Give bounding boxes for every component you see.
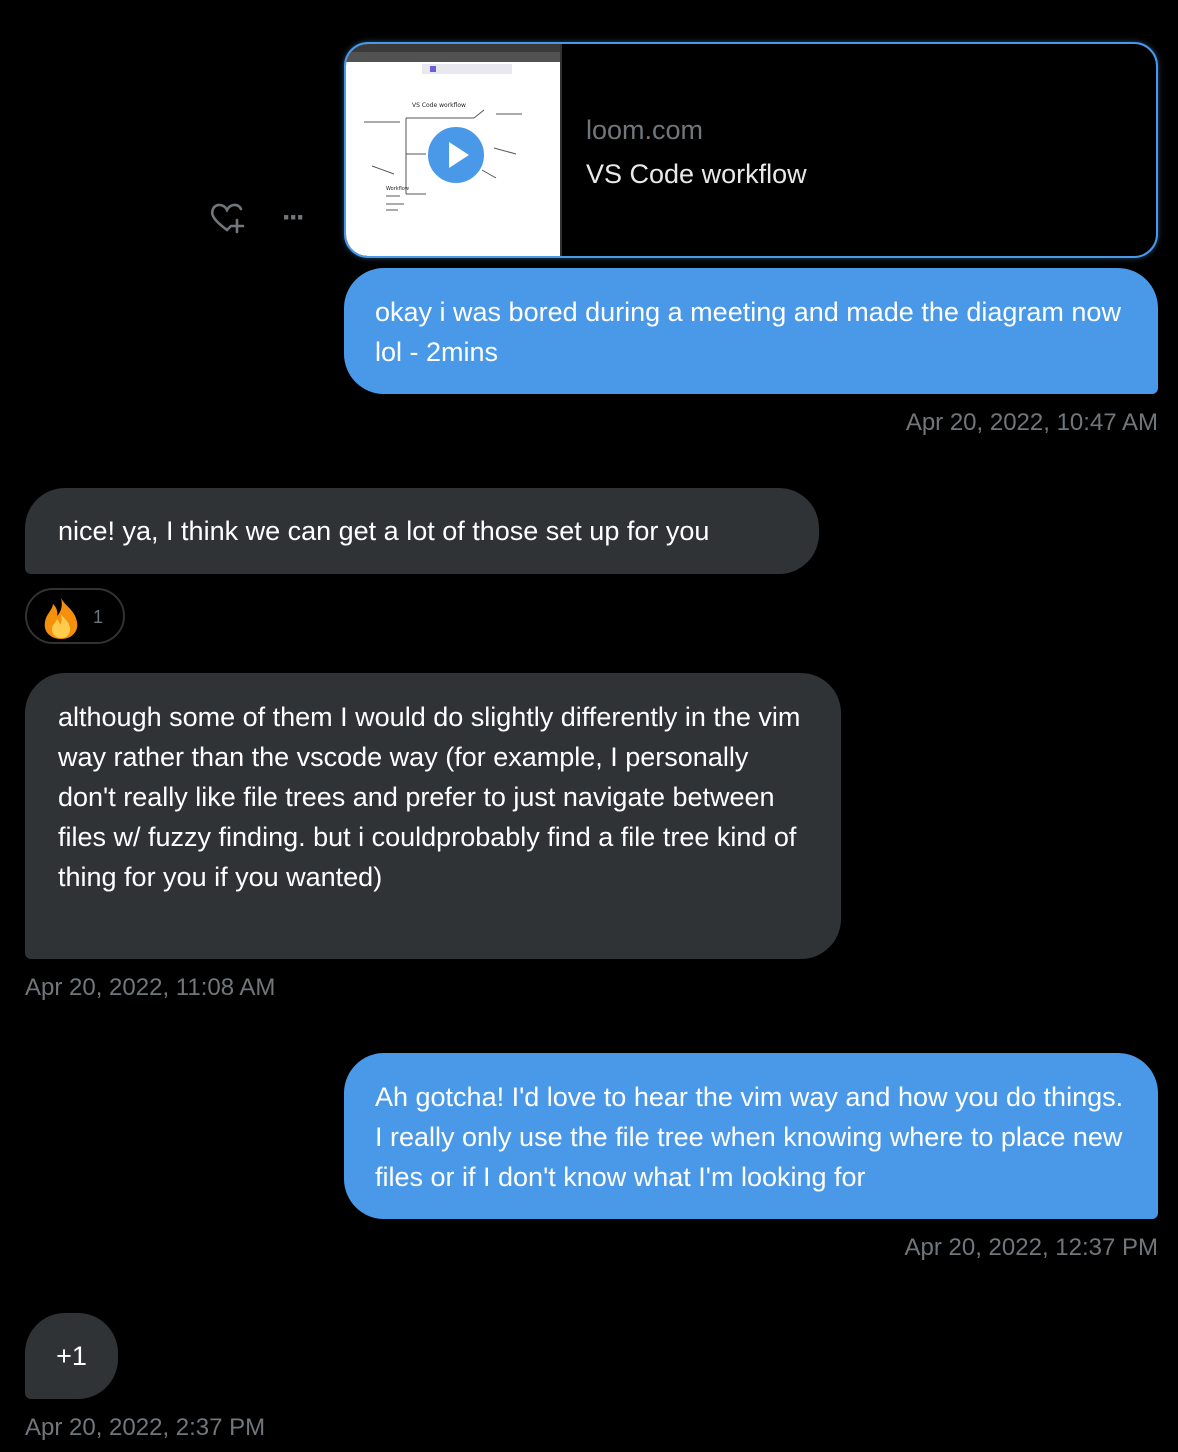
message-timestamp: Apr 20, 2022, 11:08 AM [25, 974, 276, 1001]
message-timestamp: Apr 20, 2022, 10:47 AM [905, 409, 1158, 436]
message-bubble-received[interactable]: +1 [25, 1313, 118, 1399]
message-text: although some of them I would do slightl… [58, 702, 801, 892]
message-text: nice! ya, I think we can get a lot of th… [58, 516, 710, 546]
message-timestamp: Apr 20, 2022, 12:37 PM [904, 1234, 1159, 1261]
heart-plus-icon [210, 203, 245, 234]
react-button[interactable] [207, 200, 247, 236]
video-thumbnail[interactable]: VS Code workflow Workflow [346, 44, 562, 256]
more-horizontal-icon: ··· [282, 201, 306, 234]
message-text: Ah gotcha! I'd love to hear the vim way … [375, 1082, 1124, 1192]
fire-icon [44, 598, 78, 639]
more-options-button[interactable]: ··· [280, 200, 318, 236]
play-icon[interactable] [426, 125, 486, 185]
message-bubble-received[interactable]: nice! ya, I think we can get a lot of th… [25, 488, 819, 574]
svg-text:VS Code workflow: VS Code workflow [412, 102, 466, 109]
link-title: VS Code workflow [586, 159, 807, 189]
link-preview-card[interactable]: VS Code workflow Workflow loom.com VS Co… [344, 42, 1158, 258]
reaction-badge[interactable]: 1 [25, 588, 125, 644]
message-bubble-sent[interactable]: Ah gotcha! I'd love to hear the vim way … [344, 1053, 1158, 1219]
message-timestamp: Apr 20, 2022, 2:37 PM [25, 1414, 266, 1441]
reaction-count: 1 [93, 607, 104, 627]
message-bubble-received[interactable]: although some of them I would do slightl… [25, 673, 841, 959]
link-domain: loom.com [586, 115, 704, 145]
message-text: okay i was bored during a meeting and ma… [375, 297, 1121, 367]
message-bubble-sent[interactable]: okay i was bored during a meeting and ma… [344, 268, 1158, 394]
message-text: +1 [56, 1341, 87, 1371]
svg-text:Workflow: Workflow [386, 186, 409, 192]
